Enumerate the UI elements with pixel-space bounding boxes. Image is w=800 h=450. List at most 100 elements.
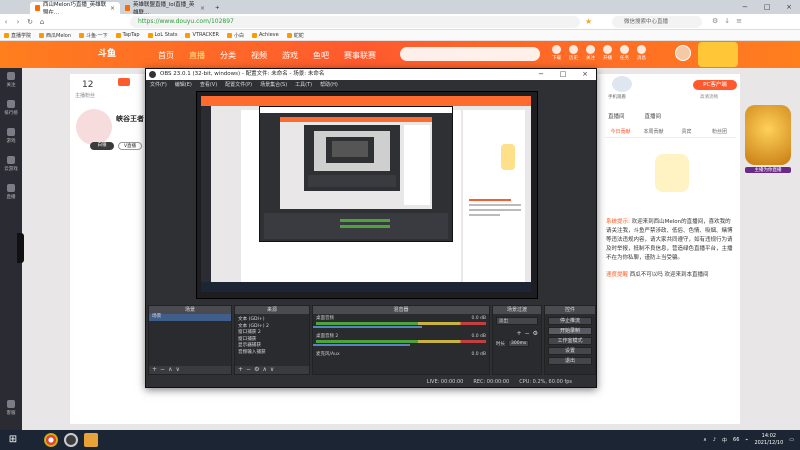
tray-lang[interactable]: 中 bbox=[722, 437, 727, 444]
tab-close-icon[interactable]: × bbox=[200, 5, 205, 12]
refresh-icon[interactable]: ↻ bbox=[24, 18, 36, 26]
follow-badge[interactable] bbox=[118, 78, 130, 86]
obs-minimize-button[interactable]: − bbox=[530, 69, 552, 80]
gear-icon[interactable]: ⚙ bbox=[533, 330, 538, 337]
close-window-button[interactable]: × bbox=[778, 3, 800, 11]
bookmark-item[interactable]: VTRACKER bbox=[185, 32, 219, 38]
windows-start-icon[interactable]: ⊞ bbox=[6, 433, 20, 447]
start-recording-button[interactable]: 开始录制 bbox=[548, 327, 592, 335]
menu-icon[interactable]: ≡ bbox=[736, 17, 742, 25]
nav-fishbar[interactable]: 鱼吧 bbox=[313, 50, 329, 61]
exit-button[interactable]: 退出 bbox=[548, 357, 592, 365]
add-icon[interactable]: + bbox=[152, 366, 160, 373]
settings-button[interactable]: 设置 bbox=[548, 347, 592, 355]
rail-cloud-game[interactable]: 云游戏 bbox=[0, 152, 22, 180]
remove-icon[interactable]: − bbox=[525, 330, 530, 337]
right-top-link-2[interactable]: 直播间 bbox=[645, 112, 662, 120]
back-icon[interactable]: ‹ bbox=[0, 18, 12, 26]
bookmark-item[interactable]: 小白 bbox=[226, 32, 244, 39]
bookmark-item[interactable]: 蛇蛇 bbox=[286, 32, 304, 39]
forward-icon[interactable]: › bbox=[12, 18, 24, 26]
remove-icon[interactable]: − bbox=[160, 366, 168, 373]
obs-menu-tools[interactable]: 工具(T) bbox=[295, 81, 312, 88]
user-avatar[interactable] bbox=[675, 45, 691, 61]
header-message[interactable]: 消息 bbox=[633, 45, 650, 61]
obs-menu-help[interactable]: 帮助(H) bbox=[320, 81, 338, 88]
speaker-icon[interactable]: ♪ bbox=[713, 437, 716, 443]
add-icon[interactable]: + bbox=[517, 330, 522, 337]
obs-menu-view[interactable]: 查看(V) bbox=[200, 81, 217, 88]
nav-category[interactable]: 分类 bbox=[220, 50, 236, 61]
tab-fans[interactable]: 粉丝团 bbox=[703, 128, 736, 135]
url-input[interactable]: https://www.douyu.com/102897 bbox=[130, 16, 580, 28]
bookmark-item[interactable]: 斗鱼·一下 bbox=[79, 32, 108, 39]
header-task[interactable]: 任务 bbox=[616, 45, 633, 61]
transition-type-select[interactable]: 淡出 bbox=[496, 317, 538, 325]
pc-client-button[interactable]: PC客户端 bbox=[693, 80, 737, 90]
streamer-avatar[interactable] bbox=[76, 109, 112, 145]
home-icon[interactable]: ⌂ bbox=[36, 18, 48, 26]
rail-follow[interactable]: 关注 bbox=[0, 68, 22, 96]
nav-game[interactable]: 游戏 bbox=[282, 50, 298, 61]
header-promo-badge[interactable] bbox=[698, 42, 738, 67]
app-taskbar-icon[interactable] bbox=[84, 433, 98, 447]
rail-live[interactable]: 直播 bbox=[0, 180, 22, 208]
new-tab-button[interactable]: + bbox=[210, 2, 222, 14]
browser-tab-1[interactable]: 西山Melon巧直播_英雄联盟在... × bbox=[30, 2, 120, 16]
mixer-volume-slider[interactable] bbox=[313, 344, 410, 346]
browser-tab-2[interactable]: 英雄联盟直播_lol直播_英雄联... × bbox=[120, 2, 210, 16]
notification-icon[interactable]: ▭ bbox=[789, 437, 794, 443]
browser-search-input[interactable]: 微信搜索中心直播 bbox=[612, 16, 702, 28]
bookmark-star-icon[interactable]: ★ bbox=[585, 17, 592, 26]
rail-game[interactable]: 游戏 bbox=[0, 124, 22, 152]
bookmark-item[interactable]: TapTap bbox=[115, 32, 140, 38]
duration-input[interactable]: 300ms bbox=[508, 340, 530, 347]
header-download[interactable]: 下载 bbox=[548, 45, 565, 61]
obs-menu-profile[interactable]: 配置文件(P) bbox=[225, 81, 252, 88]
right-top-link-1[interactable]: 直播间 bbox=[608, 112, 625, 120]
tray-chevron-icon[interactable]: ∧ bbox=[703, 437, 707, 443]
remove-icon[interactable]: − bbox=[246, 366, 254, 373]
stop-streaming-button[interactable]: 停止推流 bbox=[548, 317, 592, 325]
down-icon[interactable]: ∨ bbox=[175, 366, 182, 373]
rail-rank[interactable]: 排行榜 bbox=[0, 96, 22, 124]
bookmark-item[interactable]: LoL Stats bbox=[147, 32, 177, 38]
maximize-window-button[interactable]: □ bbox=[756, 3, 778, 11]
down-icon[interactable]: ∨ bbox=[270, 366, 277, 373]
add-icon[interactable]: + bbox=[238, 366, 246, 373]
site-search-input[interactable] bbox=[400, 47, 540, 61]
obs-close-button[interactable]: × bbox=[574, 69, 596, 80]
chrome-icon[interactable] bbox=[44, 433, 58, 447]
obs-preview-canvas[interactable] bbox=[196, 91, 538, 299]
obs-menu-file[interactable]: 文件(F) bbox=[150, 81, 167, 88]
bookmark-item[interactable]: Achieve bbox=[251, 32, 279, 38]
nav-home[interactable]: 首页 bbox=[158, 50, 174, 61]
minimize-window-button[interactable]: − bbox=[734, 3, 756, 11]
site-logo[interactable]: 斗鱼 bbox=[98, 44, 138, 64]
source-item[interactable]: 音频输入捕获 bbox=[235, 350, 309, 357]
scene-item[interactable]: 场景 bbox=[149, 314, 231, 321]
obs-menu-edit[interactable]: 编辑(E) bbox=[175, 81, 192, 88]
tab-close-icon[interactable]: × bbox=[110, 5, 115, 12]
obs-menu-scene-collection[interactable]: 场景集合(S) bbox=[260, 81, 287, 88]
nav-video[interactable]: 视频 bbox=[251, 50, 267, 61]
header-golive[interactable]: 开播 bbox=[599, 45, 616, 61]
header-follow[interactable]: 关注 bbox=[582, 45, 599, 61]
rail-collapse-handle[interactable] bbox=[17, 233, 24, 263]
extensions-icon[interactable]: ⚙ bbox=[712, 17, 718, 25]
bookmark-item[interactable]: 西瓜Melon bbox=[39, 32, 71, 39]
bookmark-item[interactable]: 直播学院 bbox=[4, 32, 31, 39]
network-icon[interactable]: ⌁ bbox=[745, 437, 748, 443]
nav-live[interactable]: 直播 bbox=[189, 50, 205, 61]
tab-week[interactable]: 本周贡献 bbox=[637, 128, 670, 135]
up-icon[interactable]: ∧ bbox=[262, 366, 269, 373]
download-icon[interactable]: ↓ bbox=[724, 17, 730, 25]
system-clock[interactable]: 14:02 2021/12/10 bbox=[754, 433, 783, 447]
rail-service[interactable]: 客服 bbox=[0, 396, 22, 424]
header-history[interactable]: 历史 bbox=[565, 45, 582, 61]
nav-esports[interactable]: 赛事联赛 bbox=[344, 50, 376, 61]
obs-taskbar-icon[interactable] bbox=[64, 433, 78, 447]
obs-maximize-button[interactable]: □ bbox=[552, 69, 574, 80]
event-banner[interactable]: 主播为你直播 bbox=[745, 100, 791, 210]
mobile-qr-icon[interactable] bbox=[612, 76, 632, 92]
